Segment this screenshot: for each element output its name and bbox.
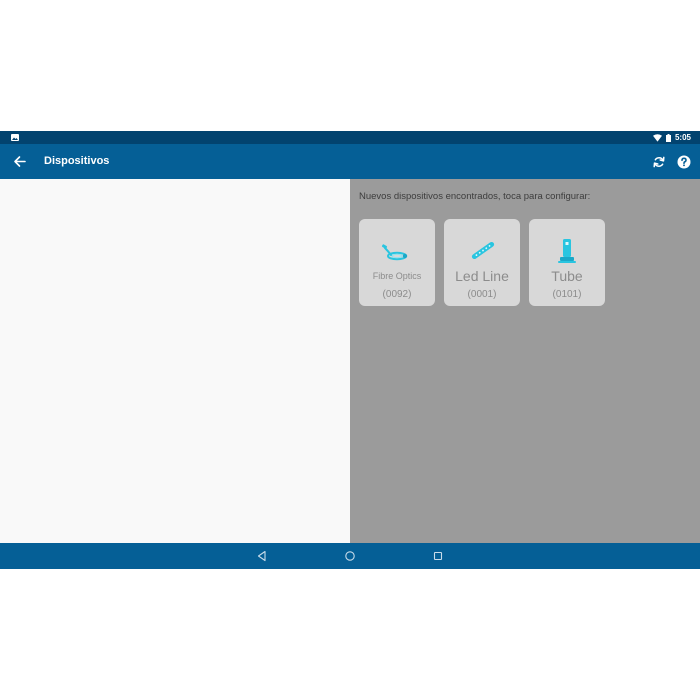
help-icon[interactable] [677, 155, 691, 169]
image-notification-icon [11, 134, 19, 141]
device-code: (0101) [552, 289, 582, 300]
device-list-pane [0, 179, 350, 543]
status-icons: 5:05 [652, 131, 691, 144]
navigation-bar [0, 543, 700, 569]
device-code: (0001) [467, 289, 497, 300]
status-bar: 5:05 [0, 131, 700, 144]
new-devices-pane: Nuevos dispositivos encontrados, toca pa… [350, 179, 700, 543]
device-screen: 5:05 Dispositivos Nuevos dispositivos en… [0, 131, 700, 569]
device-code: (0092) [382, 289, 412, 300]
device-name: Led Line [455, 268, 509, 284]
device-card-tube[interactable]: Tube (0101) [529, 219, 605, 306]
clock: 5:05 [674, 133, 691, 142]
battery-icon [665, 133, 671, 142]
tube-icon [558, 239, 576, 263]
app-bar: Dispositivos [0, 144, 700, 179]
back-arrow-icon[interactable] [12, 154, 27, 169]
refresh-icon[interactable] [652, 155, 666, 169]
wifi-icon [652, 133, 662, 142]
home-circle-icon[interactable] [344, 550, 356, 562]
device-name: Tube [551, 268, 583, 284]
device-grid: Fibre Optics (0092) Led Line (0001) Tube… [359, 219, 605, 306]
led-line-icon [471, 241, 495, 260]
new-devices-prompt: Nuevos dispositivos encontrados, toca pa… [359, 191, 591, 202]
device-name: Fibre Optics [372, 271, 422, 281]
back-triangle-icon[interactable] [256, 550, 268, 562]
device-card-led-line[interactable]: Led Line (0001) [444, 219, 520, 306]
fibre-optics-icon [381, 244, 408, 261]
page-title: Dispositivos [44, 155, 110, 167]
recents-square-icon[interactable] [432, 550, 444, 562]
device-card-fibre-optics[interactable]: Fibre Optics (0092) [359, 219, 435, 306]
